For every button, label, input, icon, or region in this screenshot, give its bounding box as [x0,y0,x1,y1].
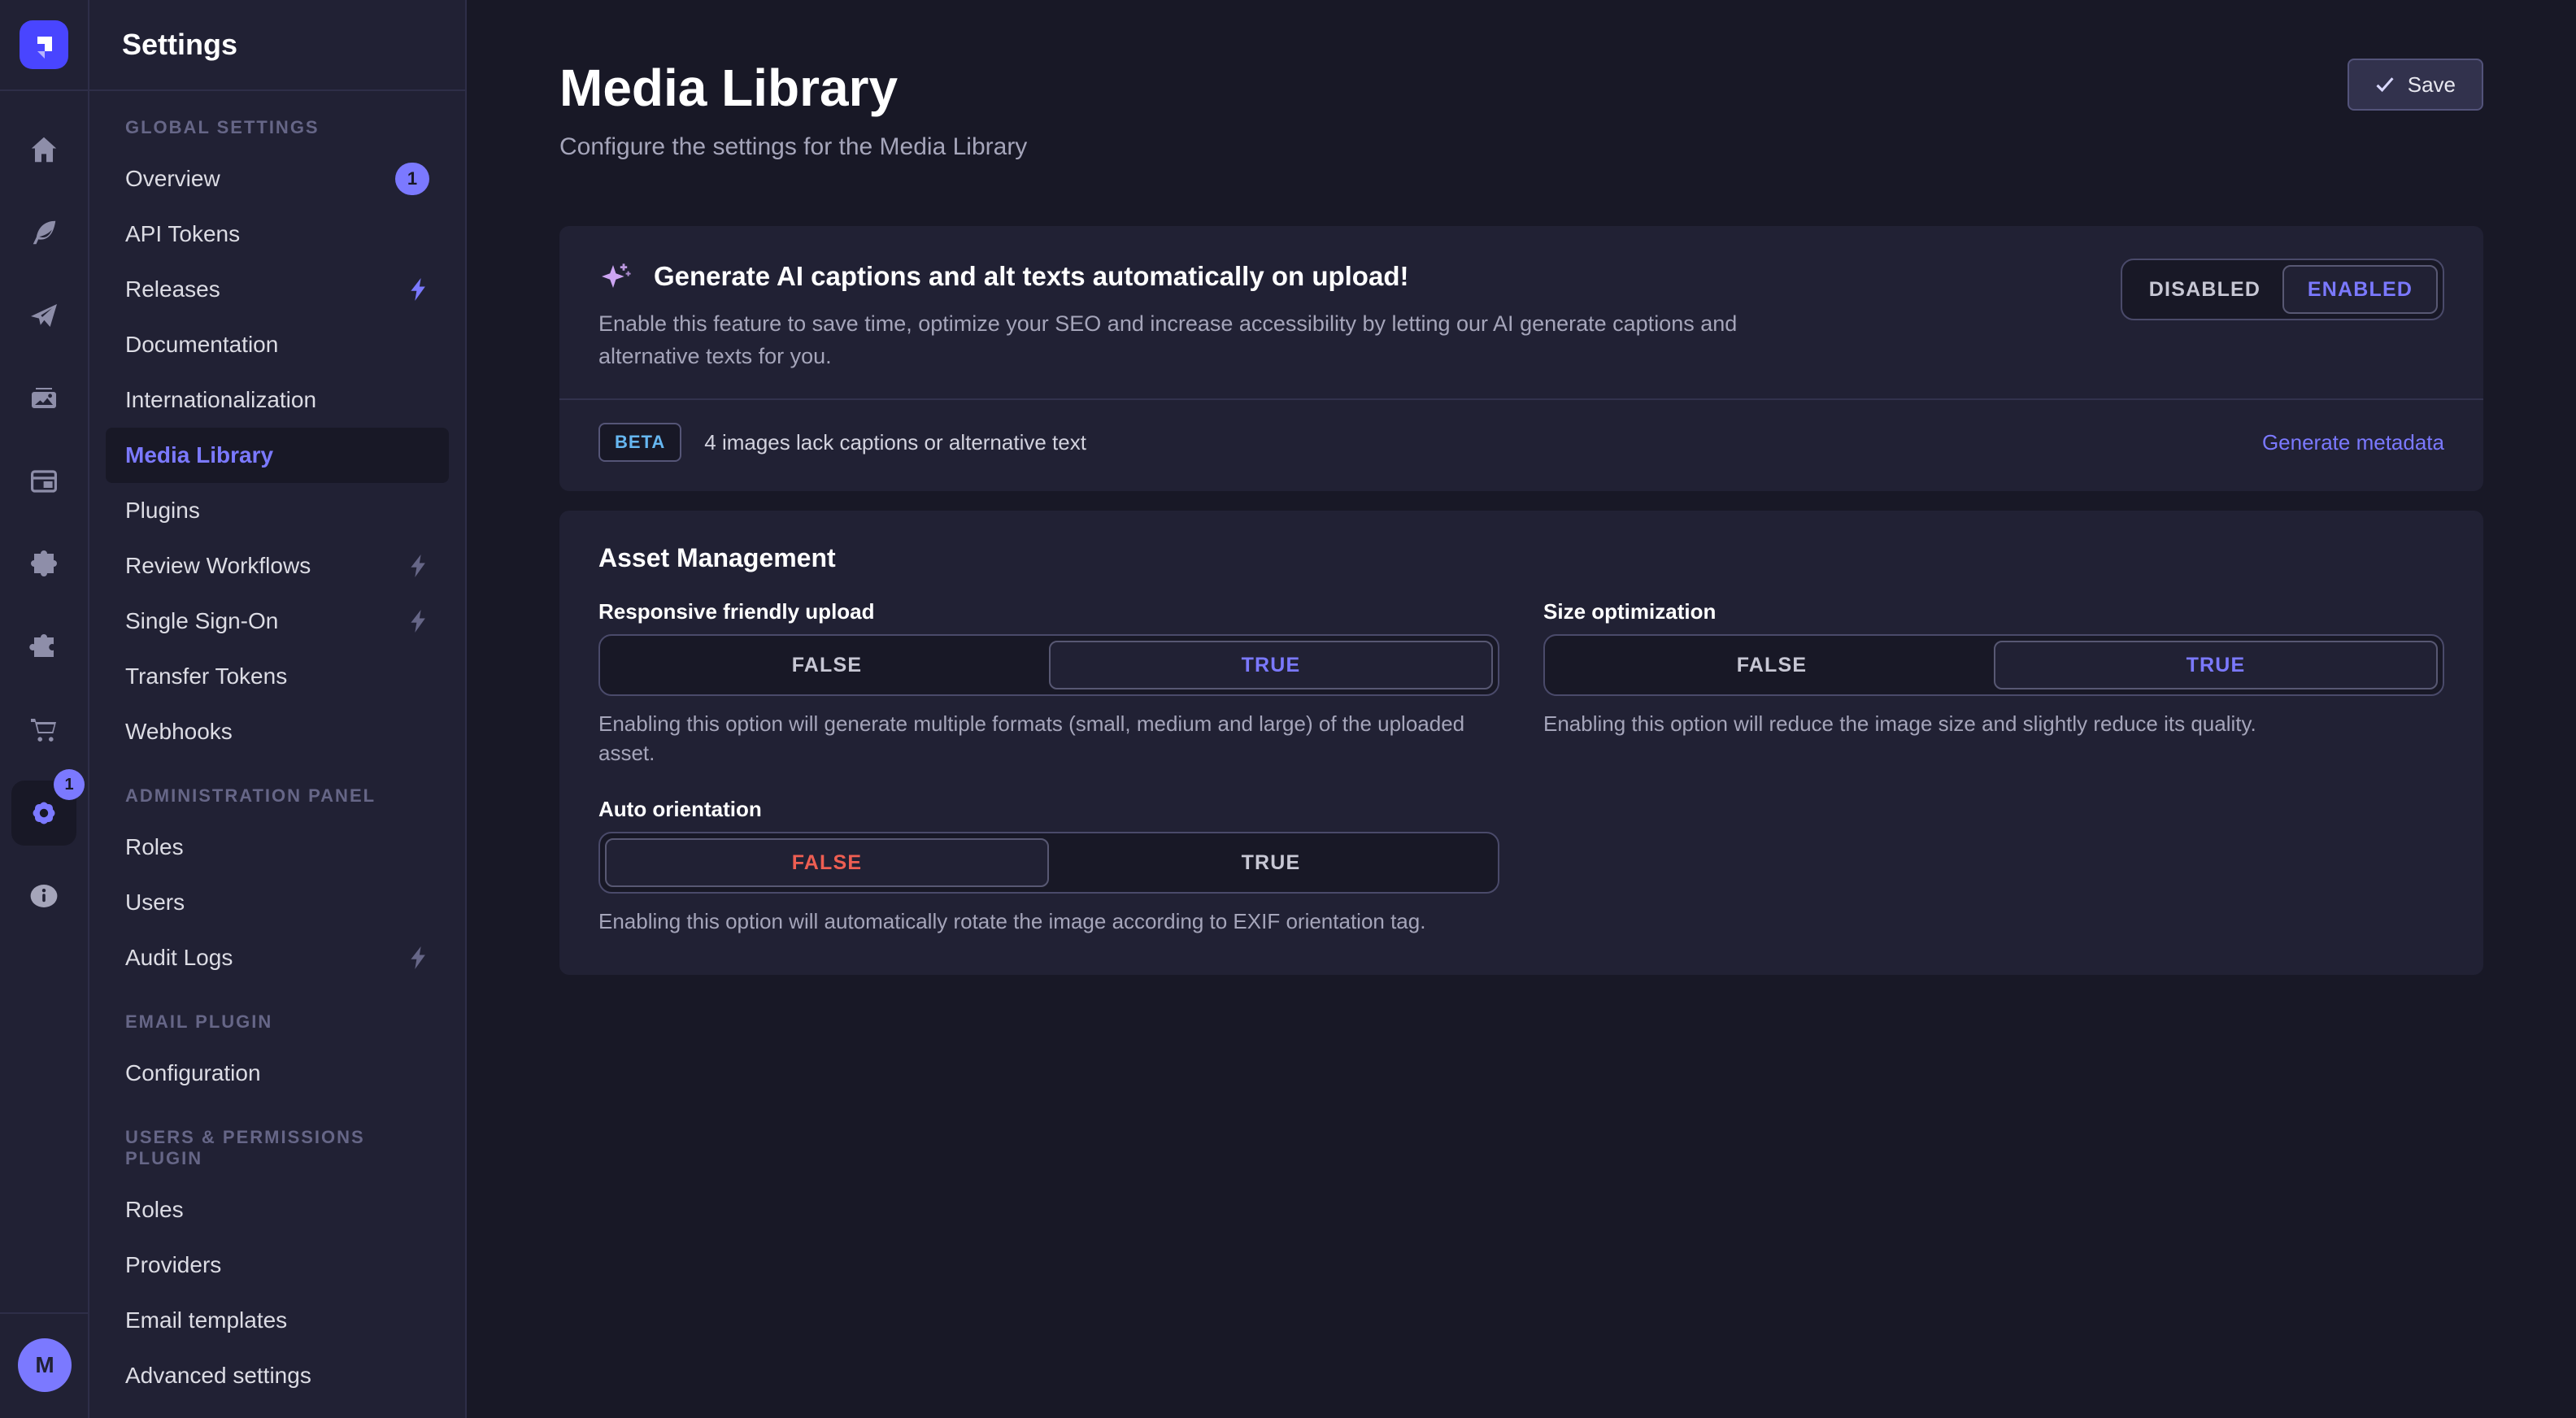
strapi-logo[interactable] [20,20,68,69]
auto-orientation-toggle: FALSE TRUE [598,832,1499,894]
banner-divider [559,398,2483,400]
logo-cell [0,0,88,91]
page-title: Media Library [559,59,2483,117]
save-button-label: Save [2408,72,2456,98]
sidebar-item-email-templates[interactable]: Email templates [106,1293,449,1348]
banner-status-message: 4 images lack captions or alternative te… [704,430,1086,455]
marketplace-icon[interactable] [11,615,76,680]
ai-captions-banner: Generate AI captions and alt texts autom… [559,226,2483,491]
home-icon[interactable] [11,117,76,182]
section-label-users-permissions-plugin: USERS & PERMISSIONS PLUGIN [106,1127,449,1169]
settings-sidebar: Settings GLOBAL SETTINGS Overview 1 API … [89,0,467,1418]
sidebar-item-up-roles[interactable]: Roles [106,1182,449,1237]
settings-icon[interactable]: 1 [11,781,76,846]
beta-badge: BETA [598,423,681,462]
save-button[interactable]: Save [2348,59,2483,111]
media-library-icon[interactable] [11,366,76,431]
sidebar-item-transfer-tokens[interactable]: Transfer Tokens [106,649,449,704]
lightning-icon [408,278,429,301]
size-optimization-toggle: FALSE TRUE [1543,634,2444,696]
settings-notification-badge: 1 [54,769,85,800]
toggle-option-true[interactable]: TRUE [1994,641,2438,689]
sidebar-item-email-configuration[interactable]: Configuration [106,1046,449,1101]
toggle-option-true[interactable]: TRUE [1049,838,1493,887]
sidebar-item-media-library[interactable]: Media Library [106,428,449,483]
sidebar-item-admin-roles[interactable]: Roles [106,820,449,875]
plugins-icon[interactable] [11,532,76,597]
purchase-icon[interactable] [11,698,76,763]
asset-management-title: Asset Management [598,543,2444,573]
settings-nav-list: GLOBAL SETTINGS Overview 1 API Tokens Re… [89,91,465,1418]
lightning-icon [408,555,429,577]
field-responsive-friendly-upload: Responsive friendly upload FALSE TRUE En… [598,599,1499,768]
field-label: Responsive friendly upload [598,599,1499,624]
sparkle-icon [598,259,634,294]
lightning-icon [408,610,429,633]
sidebar-item-api-tokens[interactable]: API Tokens [106,207,449,262]
field-label: Auto orientation [598,797,1499,822]
sidebar-item-plugins[interactable]: Plugins [106,483,449,538]
banner-description: Enable this feature to save time, optimi… [598,307,1802,372]
deploy-icon[interactable] [11,283,76,348]
field-auto-orientation: Auto orientation FALSE TRUE Enabling thi… [598,797,1499,936]
toggle-option-false[interactable]: FALSE [605,838,1049,887]
field-hint: Enabling this option will generate multi… [598,709,1499,768]
sidebar-item-overview[interactable]: Overview 1 [106,151,449,207]
section-label-administration-panel: ADMINISTRATION PANEL [106,785,449,807]
sidebar-item-providers[interactable]: Providers [106,1237,449,1293]
toggle-option-enabled[interactable]: ENABLED [2282,265,2438,314]
field-hint: Enabling this option will automatically … [598,907,1499,936]
settings-sidebar-title: Settings [122,28,237,62]
sidebar-item-documentation[interactable]: Documentation [106,317,449,372]
sidebar-item-releases[interactable]: Releases [106,262,449,317]
avatar[interactable]: M [18,1338,72,1392]
content-type-builder-icon[interactable] [11,200,76,265]
responsive-friendly-upload-toggle: FALSE TRUE [598,634,1499,696]
toggle-option-disabled[interactable]: DISABLED [2127,265,2282,314]
sidebar-item-internationalization[interactable]: Internationalization [106,372,449,428]
info-icon[interactable] [11,863,76,929]
banner-title: Generate AI captions and alt texts autom… [654,261,1408,292]
strapi-admin-app: 1 M Settings GLOBAL SETTINGS Overview 1 … [0,0,2576,1418]
toggle-option-false[interactable]: FALSE [1550,641,1994,689]
settings-sidebar-header: Settings [89,0,465,91]
lightning-icon [408,946,429,969]
sidebar-item-webhooks[interactable]: Webhooks [106,704,449,759]
check-icon [2375,75,2395,94]
field-size-optimization: Size optimization FALSE TRUE Enabling th… [1543,599,2444,768]
strapi-logo-icon [29,30,59,59]
page-subtitle: Configure the settings for the Media Lib… [559,133,2483,161]
sidebar-item-review-workflows[interactable]: Review Workflows [106,538,449,594]
main-content: Media Library Configure the settings for… [467,0,2576,1418]
field-label: Size optimization [1543,599,2444,624]
asset-management-card: Asset Management Responsive friendly upl… [559,511,2483,975]
ai-captions-toggle: DISABLED ENABLED [2121,259,2444,320]
section-label-email-plugin: EMAIL PLUGIN [106,1011,449,1033]
generate-metadata-link[interactable]: Generate metadata [2262,430,2444,455]
sidebar-item-single-sign-on[interactable]: Single Sign-On [106,594,449,649]
toggle-option-true[interactable]: TRUE [1049,641,1493,689]
overview-badge: 1 [395,163,429,195]
field-hint: Enabling this option will reduce the ima… [1543,709,2444,738]
sidebar-item-advanced-settings[interactable]: Advanced settings [106,1348,449,1403]
sidebar-item-admin-users[interactable]: Users [106,875,449,930]
icon-rail: 1 M [0,0,89,1418]
content-manager-icon[interactable] [11,449,76,514]
sidebar-item-audit-logs[interactable]: Audit Logs [106,930,449,985]
section-label-global-settings: GLOBAL SETTINGS [106,117,449,138]
toggle-option-false[interactable]: FALSE [605,641,1049,689]
rail-divider [0,1312,89,1314]
